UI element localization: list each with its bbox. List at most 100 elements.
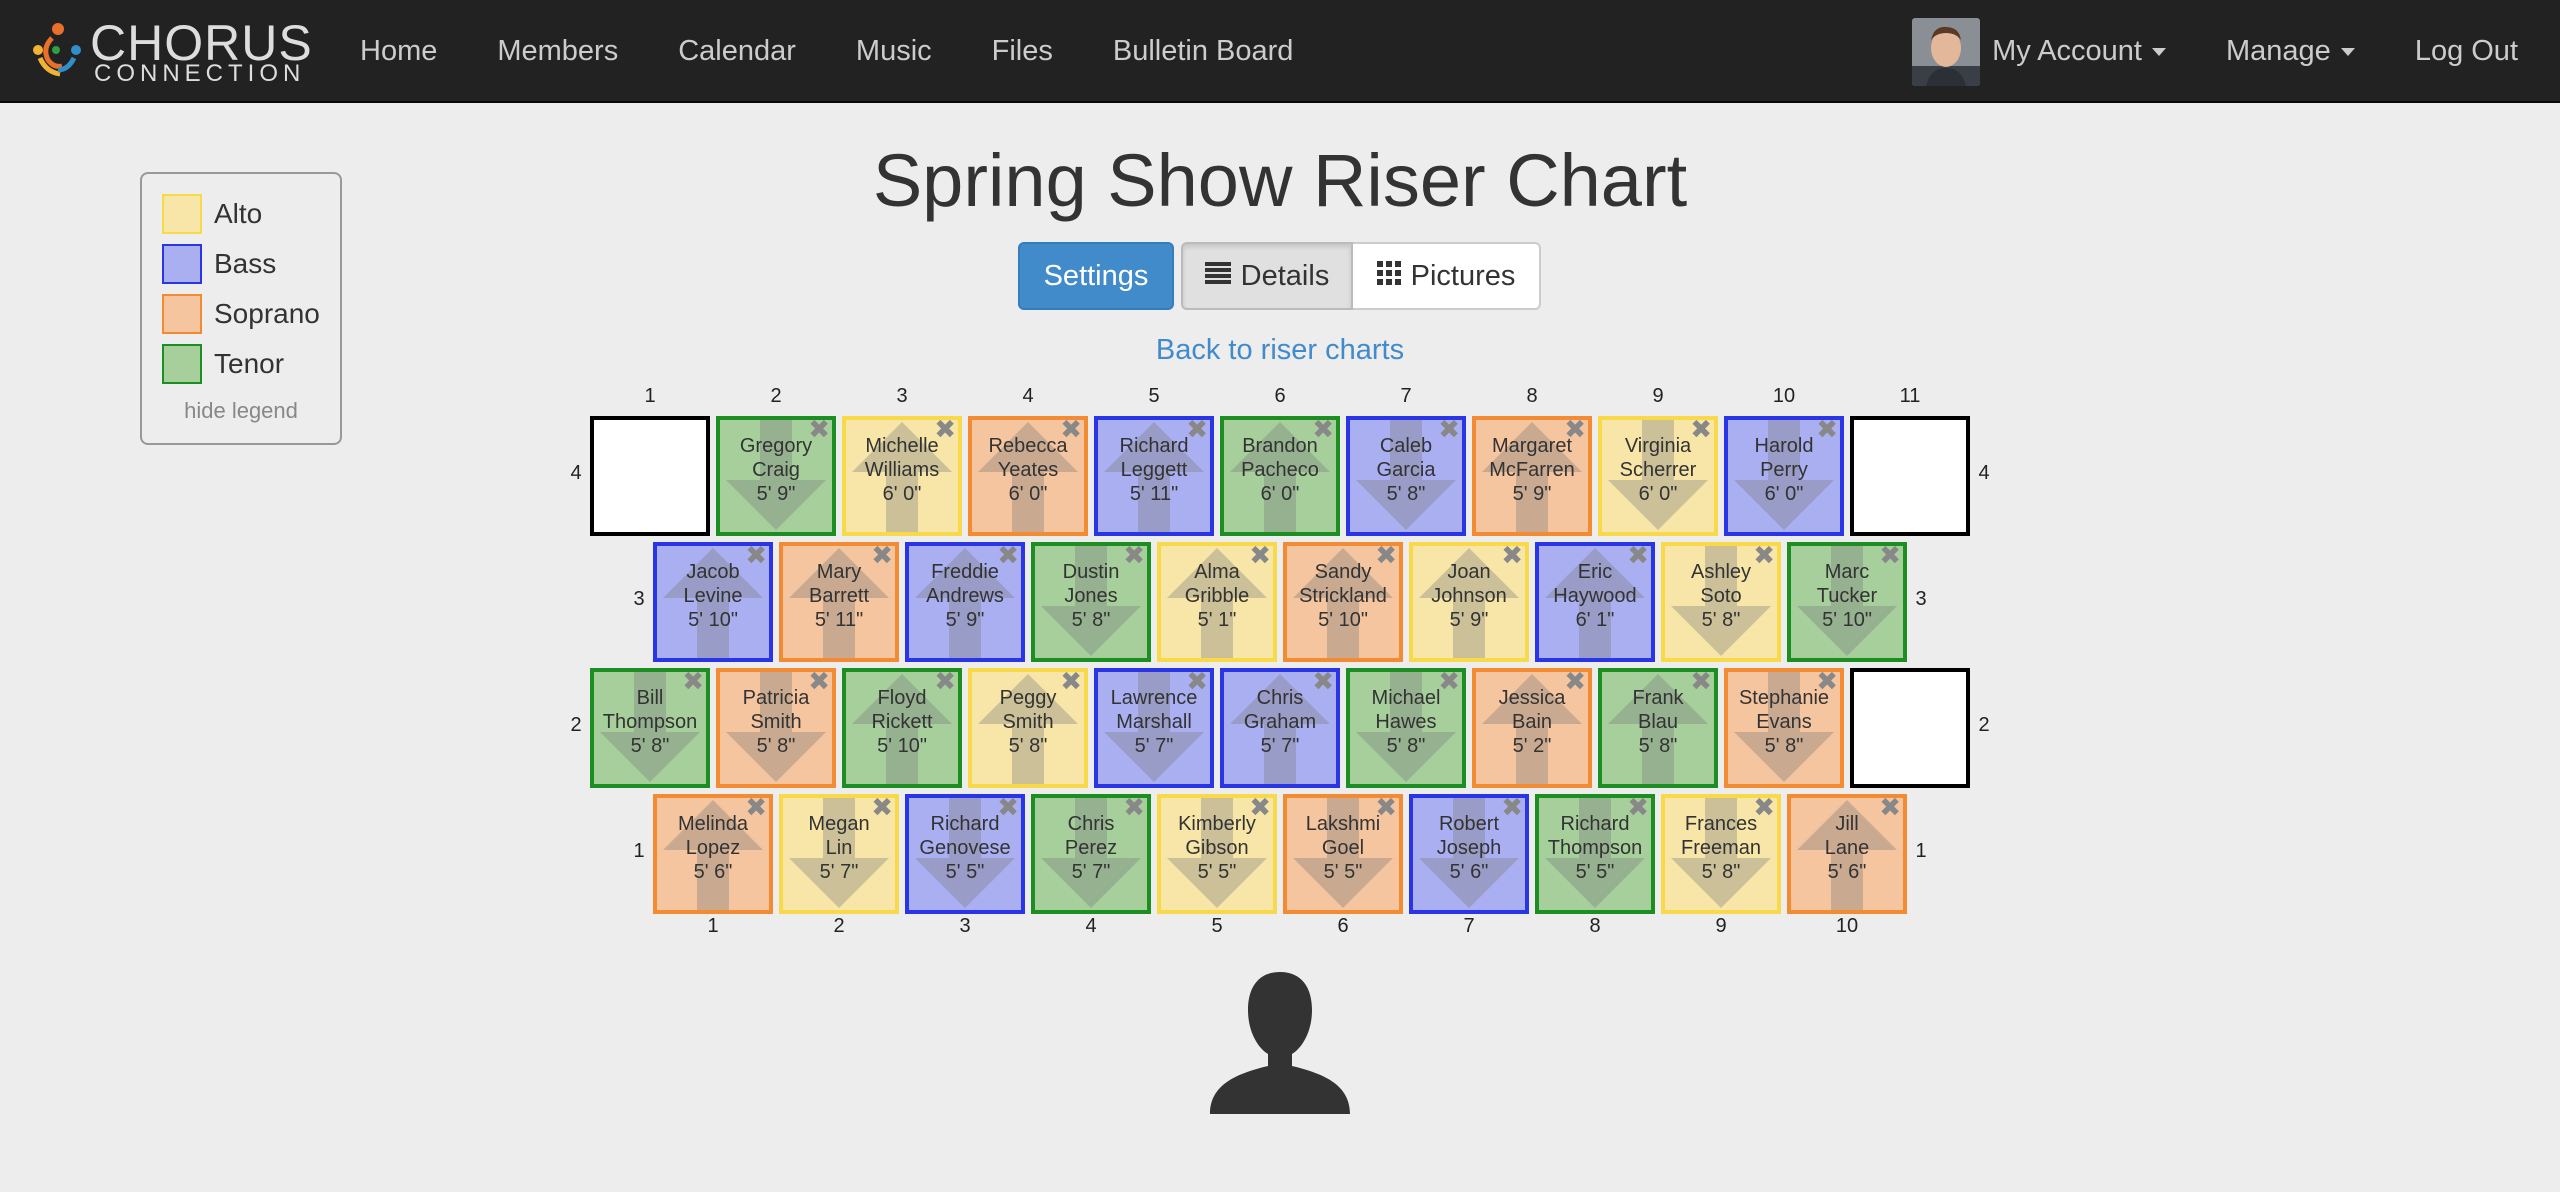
remove-icon[interactable]: ✖ (871, 798, 893, 820)
singer-card-alto[interactable]: Michelle Williams 6' 0" ✖ (842, 416, 962, 536)
singer-card-bass[interactable]: Lawrence Marshall 5' 7" ✖ (1094, 668, 1214, 788)
nav-home[interactable]: Home (330, 0, 467, 103)
singer-card-tenor[interactable]: Chris Perez 5' 7" ✖ (1031, 794, 1151, 914)
remove-icon[interactable]: ✖ (1438, 420, 1460, 442)
details-view-button[interactable]: Details (1181, 242, 1353, 310)
remove-icon[interactable]: ✖ (1690, 672, 1712, 694)
singer-card-bass[interactable]: Chris Graham 5' 7" ✖ (1220, 668, 1340, 788)
remove-icon[interactable]: ✖ (745, 798, 767, 820)
singer-card-tenor[interactable]: Floyd Rickett 5' 10" ✖ (842, 668, 962, 788)
hide-legend-link[interactable]: hide legend (142, 398, 340, 424)
remove-icon[interactable]: ✖ (1501, 798, 1523, 820)
singer-card-bass[interactable]: Eric Haywood 6' 1" ✖ (1535, 542, 1655, 662)
remove-icon[interactable]: ✖ (1438, 672, 1460, 694)
singer-card-bass[interactable]: Freddie Andrews 5' 9" ✖ (905, 542, 1025, 662)
remove-icon[interactable]: ✖ (1753, 798, 1775, 820)
remove-icon[interactable]: ✖ (682, 672, 704, 694)
remove-icon[interactable]: ✖ (808, 672, 830, 694)
remove-icon[interactable]: ✖ (1627, 798, 1649, 820)
settings-button[interactable]: Settings (1018, 242, 1174, 310)
singer-card-tenor[interactable]: Brandon Pacheco 6' 0" ✖ (1220, 416, 1340, 536)
my-account-menu[interactable]: My Account (1992, 0, 2194, 103)
singer-card-bass[interactable]: Robert Joseph 5' 6" ✖ (1409, 794, 1529, 914)
singer-info: Richard Thompson 5' 5" (1539, 812, 1651, 884)
singer-card-alto[interactable]: Alma Gribble 5' 1" ✖ (1157, 542, 1277, 662)
remove-icon[interactable]: ✖ (745, 546, 767, 568)
remove-icon[interactable]: ✖ (1312, 672, 1334, 694)
singer-card-soprano[interactable]: Jessica Bain 5' 2" ✖ (1472, 668, 1592, 788)
remove-icon[interactable]: ✖ (1564, 420, 1586, 442)
nav-calendar[interactable]: Calendar (648, 0, 826, 103)
remove-icon[interactable]: ✖ (1375, 798, 1397, 820)
remove-icon[interactable]: ✖ (1753, 546, 1775, 568)
singer-card-bass[interactable]: Richard Genovese 5' 5" ✖ (905, 794, 1025, 914)
back-to-riser-charts-link[interactable]: Back to riser charts (0, 334, 2560, 367)
remove-icon[interactable]: ✖ (1564, 672, 1586, 694)
logout-link[interactable]: Log Out (2385, 0, 2560, 103)
remove-icon[interactable]: ✖ (1627, 546, 1649, 568)
remove-icon[interactable]: ✖ (1879, 546, 1901, 568)
remove-icon[interactable]: ✖ (1249, 798, 1271, 820)
remove-icon[interactable]: ✖ (808, 420, 830, 442)
singer-card-soprano[interactable]: Mary Barrett 5' 11" ✖ (779, 542, 899, 662)
singer-card-alto[interactable]: Kimberly Gibson 5' 5" ✖ (1157, 794, 1277, 914)
nav-files[interactable]: Files (962, 0, 1083, 103)
remove-icon[interactable]: ✖ (1312, 420, 1334, 442)
singer-card-tenor[interactable]: Gregory Craig 5' 9" ✖ (716, 416, 836, 536)
singer-card-soprano[interactable]: Stephanie Evans 5' 8" ✖ (1724, 668, 1844, 788)
singer-card-bass[interactable]: Caleb Garcia 5' 8" ✖ (1346, 416, 1466, 536)
brand-logo[interactable]: CHORUS CONNECTION (28, 18, 312, 86)
singer-card-tenor[interactable]: Richard Thompson 5' 5" ✖ (1535, 794, 1655, 914)
singer-card-soprano[interactable]: Melinda Lopez 5' 6" ✖ (653, 794, 773, 914)
remove-icon[interactable]: ✖ (1186, 420, 1208, 442)
singer-card-alto[interactable]: Frances Freeman 5' 8" ✖ (1661, 794, 1781, 914)
user-avatar[interactable] (1912, 17, 1981, 86)
remove-icon[interactable]: ✖ (1060, 420, 1082, 442)
remove-icon[interactable]: ✖ (1375, 546, 1397, 568)
remove-icon[interactable]: ✖ (1879, 798, 1901, 820)
singer-card-alto[interactable]: Ashley Soto 5' 8" ✖ (1661, 542, 1781, 662)
singer-card-soprano[interactable]: Lakshmi Goel 5' 5" ✖ (1283, 794, 1403, 914)
singer-card-tenor[interactable]: Frank Blau 5' 8" ✖ (1598, 668, 1718, 788)
nav-members[interactable]: Members (467, 0, 648, 103)
remove-icon[interactable]: ✖ (871, 546, 893, 568)
remove-icon[interactable]: ✖ (1249, 546, 1271, 568)
singer-card-tenor[interactable]: Michael Hawes 5' 8" ✖ (1346, 668, 1466, 788)
manage-menu[interactable]: Manage (2194, 0, 2385, 103)
nav-bulletin-board[interactable]: Bulletin Board (1083, 0, 1324, 103)
remove-icon[interactable]: ✖ (1816, 672, 1838, 694)
singer-card-tenor[interactable]: Dustin Jones 5' 8" ✖ (1031, 542, 1151, 662)
empty-riser-slot[interactable] (1850, 416, 1970, 536)
singer-card-bass[interactable]: Jacob Levine 5' 10" ✖ (653, 542, 773, 662)
singer-card-alto[interactable]: Peggy Smith 5' 8" ✖ (968, 668, 1088, 788)
singer-card-soprano[interactable]: Margaret McFarren 5' 9" ✖ (1472, 416, 1592, 536)
singer-card-soprano[interactable]: Jill Lane 5' 6" ✖ (1787, 794, 1907, 914)
remove-icon[interactable]: ✖ (1816, 420, 1838, 442)
remove-icon[interactable]: ✖ (1123, 546, 1145, 568)
remove-icon[interactable]: ✖ (934, 420, 956, 442)
remove-icon[interactable]: ✖ (1123, 798, 1145, 820)
singer-card-soprano[interactable]: Sandy Strickland 5' 10" ✖ (1283, 542, 1403, 662)
singer-card-bass[interactable]: Richard Leggett 5' 11" ✖ (1094, 416, 1214, 536)
empty-riser-slot[interactable] (590, 416, 710, 536)
nav-music[interactable]: Music (826, 0, 962, 103)
singer-card-alto[interactable]: Megan Lin 5' 7" ✖ (779, 794, 899, 914)
position-label: 6 (1274, 385, 1286, 407)
singer-card-alto[interactable]: Virginia Scherrer 6' 0" ✖ (1598, 416, 1718, 536)
remove-icon[interactable]: ✖ (1501, 546, 1523, 568)
singer-card-bass[interactable]: Harold Perry 6' 0" ✖ (1724, 416, 1844, 536)
singer-card-soprano[interactable]: Patricia Smith 5' 8" ✖ (716, 668, 836, 788)
remove-icon[interactable]: ✖ (1186, 672, 1208, 694)
singer-card-tenor[interactable]: Bill Thompson 5' 8" ✖ (590, 668, 710, 788)
empty-riser-slot[interactable] (1850, 668, 1970, 788)
singer-card-tenor[interactable]: Marc Tucker 5' 10" ✖ (1787, 542, 1907, 662)
singer-card-soprano[interactable]: Rebecca Yeates 6' 0" ✖ (968, 416, 1088, 536)
pictures-view-button[interactable]: Pictures (1353, 242, 1541, 310)
remove-icon[interactable]: ✖ (997, 546, 1019, 568)
remove-icon[interactable]: ✖ (934, 672, 956, 694)
singer-height: 5' 7" (1071, 861, 1111, 883)
remove-icon[interactable]: ✖ (1060, 672, 1082, 694)
remove-icon[interactable]: ✖ (1690, 420, 1712, 442)
remove-icon[interactable]: ✖ (997, 798, 1019, 820)
singer-card-alto[interactable]: Joan Johnson 5' 9" ✖ (1409, 542, 1529, 662)
